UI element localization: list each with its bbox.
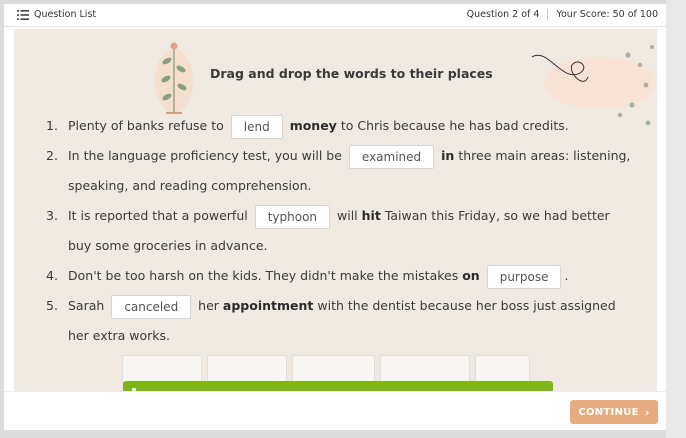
question-text: her [198, 298, 219, 313]
footer-bar: CONTINUE › [4, 391, 666, 430]
question-progress: Question 2 of 4 [466, 9, 540, 20]
meta-divider [547, 9, 549, 20]
question-text: . [564, 268, 569, 283]
question-number: 3. [46, 208, 58, 223]
feedback-banner [123, 381, 553, 391]
question-item-3: 3. It is reported that a powerful typhoo… [36, 201, 636, 261]
quiz-meta: Question 2 of 4 Your Score: 50 of 100 [467, 9, 658, 20]
answer-drop-zone[interactable]: typhoon [254, 204, 331, 229]
question-list-label: Question List [34, 9, 97, 20]
question-text: Plenty of banks refuse to [68, 118, 224, 133]
question-number: 1. [46, 118, 58, 133]
keyword: hit [361, 208, 381, 223]
continue-label: CONTINUE [578, 406, 639, 418]
answer-drop-zone[interactable]: lend [230, 114, 283, 139]
keyword: money [289, 118, 337, 133]
quiz-window: Question List Question 2 of 4 Your Score… [4, 4, 666, 430]
question-text: will [337, 208, 358, 223]
score-text: Your Score: 50 of 100 [556, 9, 658, 20]
page-scrollbar[interactable] [666, 0, 686, 438]
answer-drop-zone[interactable]: examined [348, 144, 435, 169]
question-item-1: 1. Plenty of banks refuse to lend money … [36, 111, 636, 141]
question-number: 2. [46, 148, 58, 163]
question-text: Don't be too harsh on the kids. They did… [68, 268, 459, 283]
question-text: In the language proficiency test, you wi… [68, 148, 342, 163]
top-bar: Question List Question 2 of 4 Your Score… [4, 4, 666, 27]
question-list-button[interactable]: Question List [17, 9, 96, 20]
instruction-heading: Drag and drop the words to their places [210, 66, 493, 81]
question-text: to Chris because he has bad credits. [340, 118, 569, 133]
chevron-right-icon: › [644, 405, 650, 419]
question-item-2: 2. In the language proficiency test, you… [36, 141, 636, 201]
list-icon [17, 9, 29, 20]
question-text: It is reported that a powerful [68, 208, 248, 223]
question-text: Sarah [68, 298, 105, 313]
question-area: Drag and drop the words to their places … [14, 29, 657, 391]
question-number: 5. [46, 298, 58, 313]
keyword: appointment [222, 298, 314, 313]
question-item-4: 4. Don't be too harsh on the kids. They … [36, 261, 636, 291]
keyword: on [462, 268, 480, 283]
answer-drop-zone[interactable]: canceled [111, 294, 192, 319]
keyword: in [441, 148, 455, 163]
question-number: 4. [46, 268, 58, 283]
continue-button[interactable]: CONTINUE › [570, 400, 658, 424]
question-list: 1. Plenty of banks refuse to lend money … [36, 111, 636, 351]
plant-illustration [155, 42, 193, 114]
question-item-5: 5. Sarah canceled her appointment with t… [36, 291, 636, 351]
answer-drop-zone[interactable]: purpose [486, 264, 562, 289]
